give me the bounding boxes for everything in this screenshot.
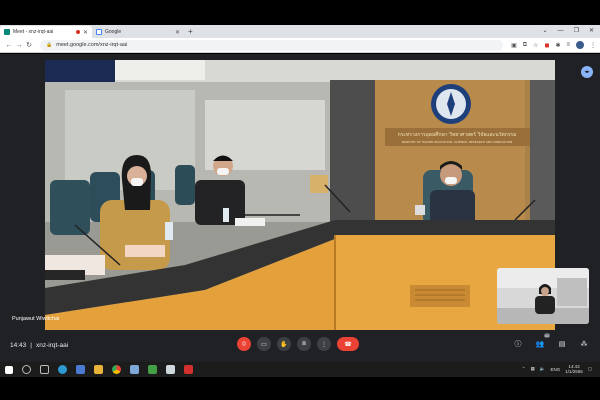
new-tab-button[interactable]: + (188, 26, 193, 38)
tab-title: Meet - xnz-irqt-aai (13, 29, 54, 35)
present-button[interactable]: ⧈ (297, 337, 311, 351)
file-explorer-icon[interactable] (94, 365, 103, 374)
search-icon[interactable] (22, 365, 31, 374)
mic-off-icon: ⦸ (242, 340, 246, 347)
ministry-sign-english: MINISTRY OF HIGHER EDUCATION, SCIENCE, R… (402, 140, 513, 144)
star-icon[interactable]: ☆ (533, 42, 538, 49)
reload-icon[interactable]: ↻ (24, 41, 34, 49)
close-tab-icon[interactable]: ✕ (175, 29, 180, 36)
system-tray: ⌃ ▦ 🔈 ENG 14:43 1/1/2565 ▢ (522, 364, 592, 374)
puzzle-icon[interactable]: ✱ (555, 42, 560, 49)
network-icon[interactable]: ▦ (531, 366, 535, 372)
browser-tab-strip: Meet - xnz-irqt-aai ✕ Google ✕ + ⌄ — ❐ ✕ (0, 25, 600, 38)
tab-meet[interactable]: Meet - xnz-irqt-aai ✕ (0, 26, 92, 38)
more-options-button[interactable]: ⋮ (317, 337, 331, 351)
share-icon[interactable]: ⧉ (523, 42, 527, 49)
self-view-tile[interactable] (497, 268, 589, 324)
call-controls: ⦸ ▭ ✋ ⧈ ⋮ ☎ (237, 337, 359, 351)
back-icon[interactable]: ← (4, 42, 14, 49)
menu-icon[interactable]: ⋮ (590, 42, 596, 49)
camera-icon: ▭ (261, 341, 267, 348)
camera-button[interactable]: ▭ (257, 337, 271, 351)
store-icon[interactable] (76, 365, 85, 374)
task-view-icon[interactable] (40, 365, 49, 374)
app-icon[interactable] (148, 365, 157, 374)
hang-up-icon: ☎ (344, 341, 352, 348)
recording-icon (75, 30, 80, 34)
close-window-button[interactable]: ✕ (589, 25, 594, 37)
edge-icon[interactable] (58, 365, 67, 374)
leave-call-button[interactable]: ☎ (337, 337, 359, 351)
close-tab-icon[interactable]: ✕ (83, 29, 88, 36)
address-toolbar: ← → ↻ 🔒 meet.google.com/xnz-irqt-aai ▣ ⧉… (0, 38, 600, 53)
forward-icon[interactable]: → (14, 42, 24, 49)
chevron-down-icon[interactable]: ⌄ (543, 25, 548, 37)
side-panel-controls: ⓘ 👥 40 ▤ ⁂ (512, 333, 590, 351)
lock-icon[interactable]: 🔒 (46, 42, 52, 48)
app-icon[interactable] (166, 365, 175, 374)
app-icon[interactable] (130, 365, 139, 374)
info-icon: ⓘ (514, 341, 522, 348)
url-text: meet.google.com/xnz-irqt-aai (56, 42, 128, 48)
more-vertical-icon: ⋮ (321, 341, 327, 348)
people-button[interactable]: 👥 40 (534, 333, 550, 351)
captions-toggle-icon[interactable]: ◂▸ (581, 66, 593, 78)
restore-button[interactable]: ❐ (574, 25, 579, 37)
self-view-video (497, 268, 589, 324)
conference-room-scene: กระทรวงการอุดมศึกษา วิทยาศาสตร์ วิจัยและ… (45, 60, 555, 330)
windows-taskbar: ⌃ ▦ 🔈 ENG 14:43 1/1/2565 ▢ (0, 362, 600, 377)
chat-button[interactable]: ▤ (556, 337, 568, 351)
extension-icon[interactable]: ◼ (544, 42, 549, 49)
notifications-icon[interactable]: ▢ (588, 366, 592, 372)
taskbar-clock[interactable]: 14:43 1/1/2565 (565, 364, 583, 374)
people-icon: 👥 (535, 341, 545, 348)
activities-button[interactable]: ⁂ (578, 337, 590, 351)
participant-count-badge: 40 (543, 333, 550, 338)
volume-icon[interactable]: 🔈 (540, 366, 546, 372)
meet-stage: กระทรวงการอุดมศึกษา วิทยาศาสตร์ วิจัยและ… (0, 54, 600, 362)
media-icon[interactable]: ≡ (566, 42, 570, 48)
extensions-area: ▣ ⧉ ☆ ◼ ✱ ≡ ⋮ (511, 41, 596, 49)
chat-icon: ▤ (558, 341, 566, 348)
meeting-details-button[interactable]: ⓘ (512, 337, 524, 351)
hand-icon: ✋ (280, 341, 288, 348)
meeting-info: 14:43 | xnz-irqt-aai (10, 342, 69, 349)
app-icon[interactable] (184, 365, 193, 374)
window-controls: ⌄ — ❐ ✕ (543, 25, 594, 37)
input-language[interactable]: ENG (550, 367, 560, 372)
tab-title: Google (105, 29, 122, 35)
activities-icon: ⁂ (580, 341, 588, 348)
profile-avatar[interactable] (576, 41, 584, 49)
meet-controls-bar: 14:43 | xnz-irqt-aai ⦸ ▭ ✋ ⧈ ⋮ ☎ ⓘ 👥 40 ▤ … (0, 332, 600, 362)
tab-google[interactable]: Google ✕ (92, 26, 184, 38)
clock-date: 1/1/2565 (565, 369, 583, 374)
meet-icon (4, 29, 10, 35)
ministry-sign-thai: กระทรวงการอุดมศึกษา วิทยาศาสตร์ วิจัยและ… (398, 131, 517, 138)
windows-start-icon[interactable] (5, 365, 13, 374)
minimize-button[interactable]: — (558, 25, 564, 37)
google-icon (96, 29, 102, 35)
raise-hand-button[interactable]: ✋ (277, 337, 291, 351)
chrome-icon[interactable] (112, 365, 121, 374)
meeting-code: xnz-irqt-aai (35, 342, 69, 349)
main-video-feed: กระทรวงการอุดมศึกษา วิทยาศาสตร์ วิจัยและ… (45, 60, 555, 330)
participant-name-label: Punjawut Wiwitchai (12, 316, 60, 322)
url-bar[interactable]: 🔒 meet.google.com/xnz-irqt-aai (40, 39, 504, 51)
screen: Meet - xnz-irqt-aai ✕ Google ✕ + ⌄ — ❐ ✕… (0, 0, 600, 400)
chevron-up-icon[interactable]: ⌃ (522, 366, 526, 372)
mic-off-button[interactable]: ⦸ (237, 337, 251, 351)
camera-permission-icon[interactable]: ▣ (511, 42, 517, 49)
present-icon: ⧈ (302, 340, 306, 347)
meeting-time: 14:43 (10, 342, 27, 349)
